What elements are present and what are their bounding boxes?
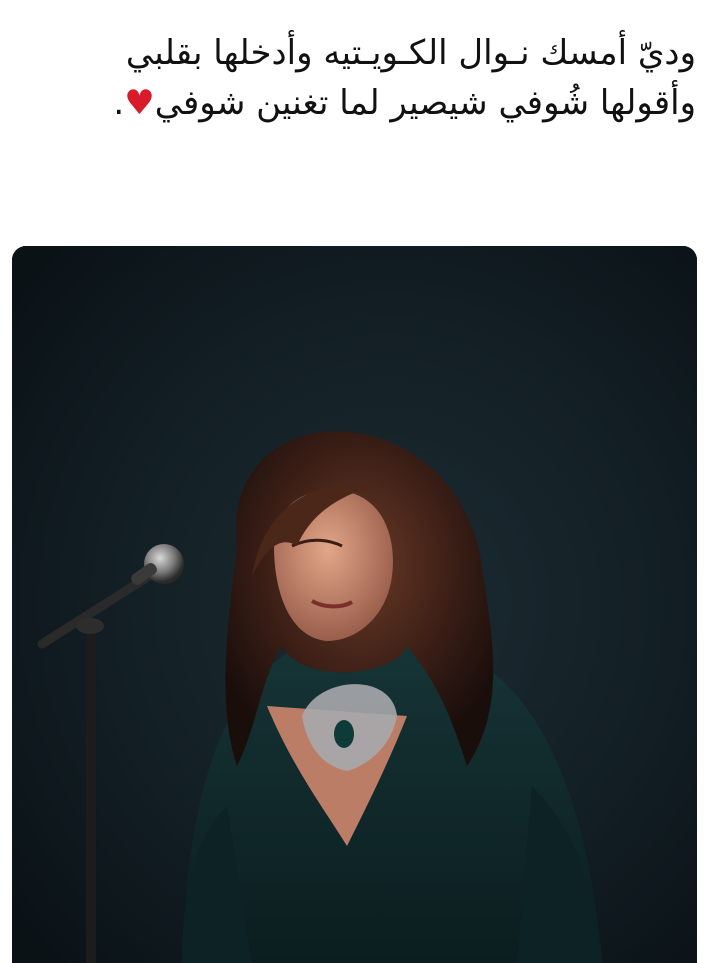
post-caption: وديّ أمسك نـوال الكـويـتيه وأدخلها بقلبي… — [16, 28, 696, 128]
singer-photo-illustration — [12, 246, 697, 963]
post-view: وديّ أمسك نـوال الكـويـتيه وأدخلها بقلبي… — [0, 0, 718, 963]
post-photo[interactable] — [12, 246, 697, 963]
caption-line-2-text: وأقولها شُوفي شيصير لما تغنين شوفي — [154, 83, 696, 123]
caption-line-1: وديّ أمسك نـوال الكـويـتيه وأدخلها بقلبي — [125, 33, 696, 73]
heart-emoji-icon: ♥ — [124, 83, 155, 123]
caption-period: . — [113, 83, 125, 123]
caption-line-2: وأقولها شُوفي شيصير لما تغنين شوفي♥. — [16, 78, 696, 128]
